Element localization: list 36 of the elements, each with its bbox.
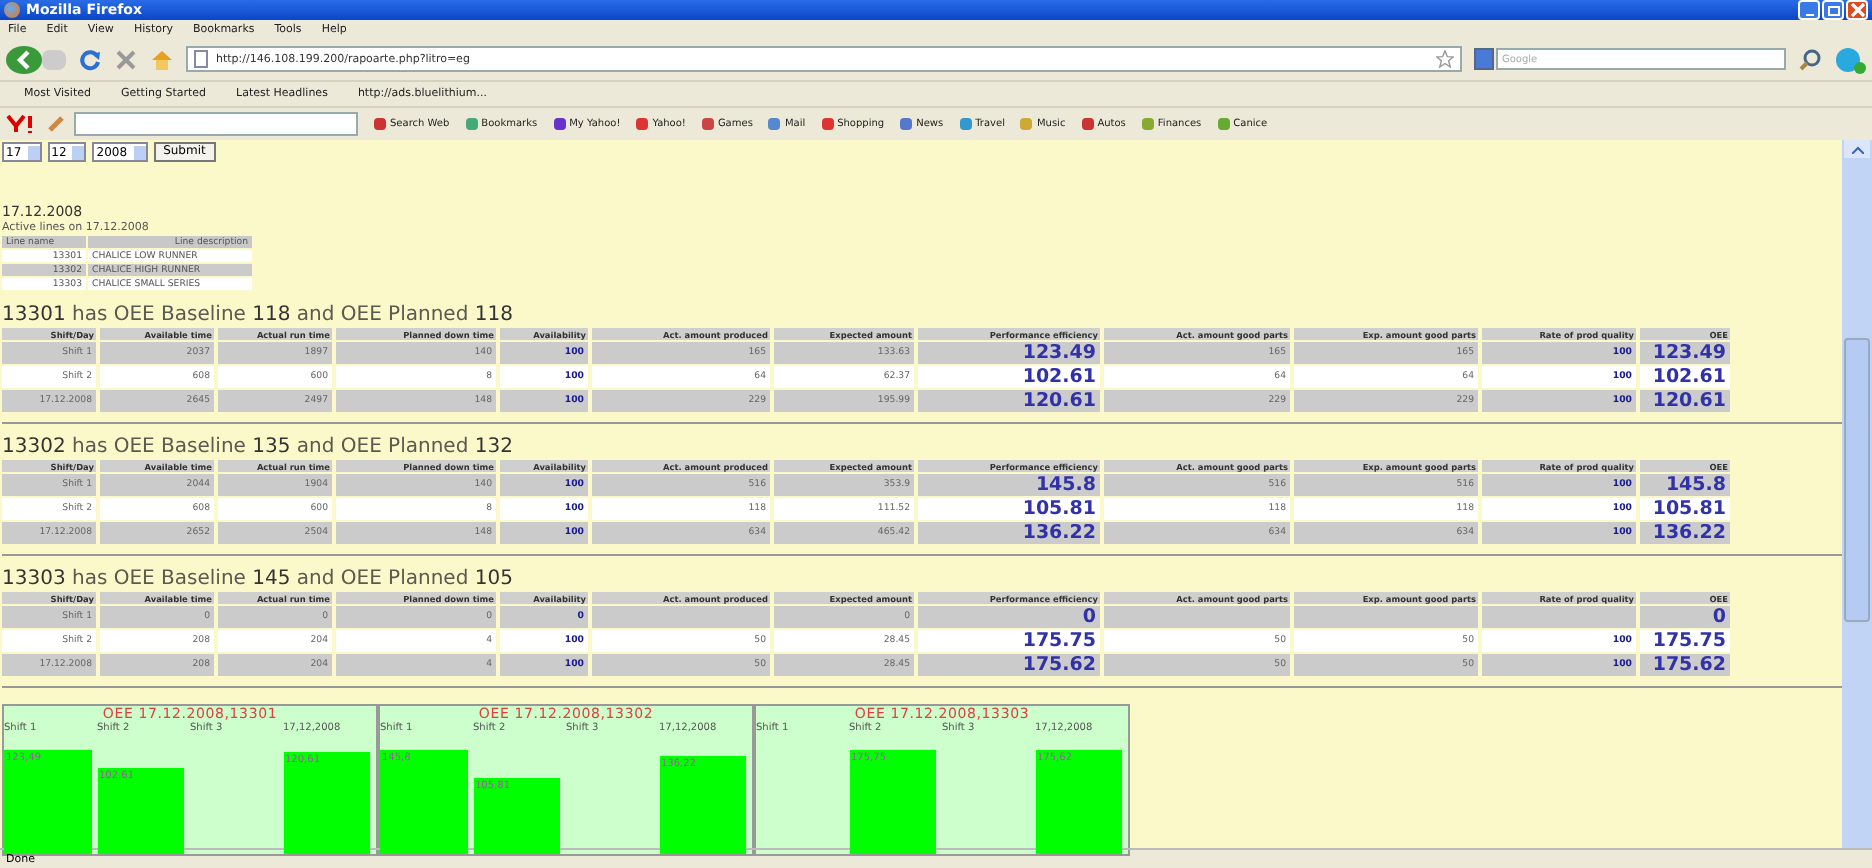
- table-cell: 0: [1082, 606, 1096, 628]
- stop-icon[interactable]: [114, 47, 138, 71]
- close-button[interactable]: [1846, 0, 1868, 20]
- maximize-button[interactable]: [1822, 0, 1844, 20]
- table-cell: 102.61: [1652, 366, 1726, 388]
- table-cell: 175.75: [1652, 630, 1726, 652]
- minimize-button[interactable]: [1798, 0, 1820, 20]
- back-button[interactable]: [6, 45, 42, 73]
- scrollbar[interactable]: [1842, 140, 1872, 848]
- table-cell: 175.62: [1652, 654, 1726, 676]
- star-icon[interactable]: [1436, 50, 1454, 68]
- yahoo-logo-icon[interactable]: [6, 114, 38, 134]
- table-cell: 175.75: [1022, 630, 1096, 652]
- scroll-up-icon[interactable]: [1851, 145, 1863, 153]
- table-cell: 120.61: [1022, 390, 1096, 412]
- table-cell: 145.8: [1665, 474, 1726, 496]
- line-heading: 13303 has OEE Baseline 145 and OEE Planned 105: [2, 568, 515, 590]
- table-cell: 145.8: [1035, 474, 1096, 496]
- browser-icon: [4, 2, 20, 18]
- line-heading: 13301 has OEE Baseline 118 and OEE Planned 118: [2, 304, 515, 326]
- home-icon[interactable]: [150, 47, 174, 71]
- table-cell: 175.62: [1022, 654, 1096, 676]
- table-cell: 136.22: [1022, 522, 1096, 544]
- table-cell: 120.61: [1652, 390, 1726, 412]
- reload-icon[interactable]: [78, 47, 102, 71]
- table-cell: 123.49: [1022, 342, 1096, 364]
- table-cell: 105.81: [1022, 498, 1096, 520]
- table-cell: 0: [1712, 606, 1726, 628]
- table-cell: 123.49: [1652, 342, 1726, 364]
- table-cell: 136.22: [1652, 522, 1726, 544]
- search-field[interactable]: [74, 112, 358, 136]
- pencil-icon[interactable]: [46, 114, 66, 134]
- search-icon[interactable]: [1798, 47, 1822, 71]
- line-heading: 13302 has OEE Baseline 135 and OEE Planned 132: [2, 436, 515, 458]
- table-cell: 105.81: [1652, 498, 1726, 520]
- table-cell: 102.61: [1022, 366, 1096, 388]
